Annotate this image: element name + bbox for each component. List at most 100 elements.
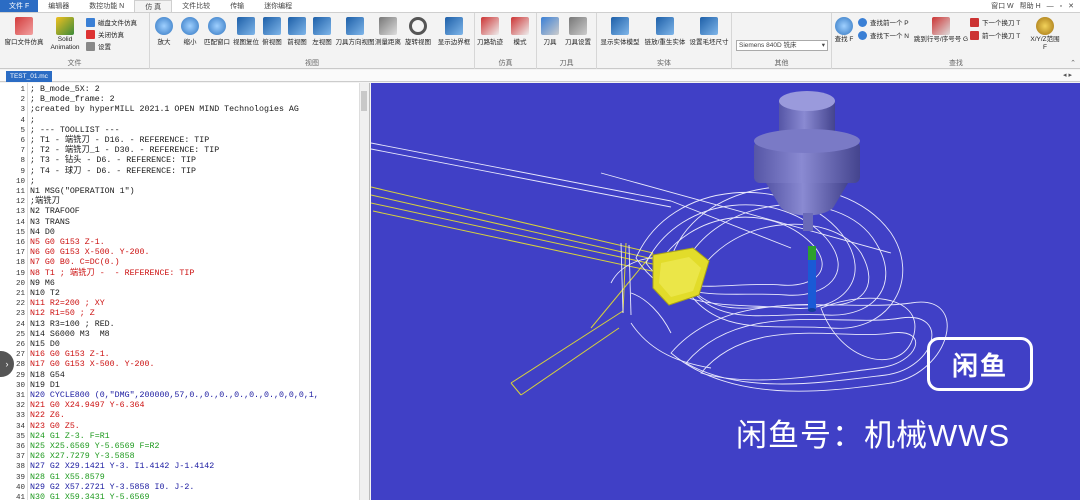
restore-icon[interactable]: ▫ — [1060, 0, 1062, 12]
find-next-item[interactable]: 查找下一个 N — [858, 30, 909, 40]
window-menu[interactable]: 窗口 W — [991, 0, 1014, 12]
xyz-range-button[interactable]: X/Y/Z范围 F — [1028, 17, 1062, 52]
fit-window-button[interactable]: 匹配窗口 — [202, 17, 232, 46]
find-previous-item[interactable]: 查找前一个 P — [858, 17, 909, 27]
code-line[interactable]: N25 X25.6569 Y-5.6569 F=R2 — [30, 442, 159, 452]
mode-button[interactable]: 模式 — [505, 17, 535, 46]
line-number: 38 — [15, 463, 25, 472]
rotate-view-button[interactable]: 旋转视图 — [402, 17, 434, 46]
code-line[interactable]: ; T4 - 球刀 - D6. - REFERENCE: TIP — [30, 167, 196, 177]
top-view-button[interactable]: 俯视图 — [258, 17, 286, 46]
code-line[interactable]: N8 T1 ; 端铣刀 - - REFERENCE: TIP — [30, 269, 194, 279]
code-line[interactable]: N29 G2 X57.2721 Y-3.5858 I0. J-2. — [30, 483, 194, 493]
code-line[interactable]: ; — [30, 116, 35, 126]
code-line[interactable]: ; B_mode_5X: 2 — [30, 85, 100, 95]
code-line[interactable]: N12 R1=50 ; Z — [30, 309, 95, 319]
tab-editor[interactable]: 编辑器 — [38, 0, 79, 12]
group-label-other: 其他 — [774, 60, 789, 67]
code-line[interactable]: N21 G0 X24.9497 Y-6.364 — [30, 401, 145, 411]
ribbon-group-file: 窗口文件仿真 Solid Animation 磁盘文件仿真 关闭仿真 设置 文件 — [0, 13, 150, 69]
code-line[interactable]: N24 G1 Z-3. F=R1 — [30, 432, 110, 442]
settings-item[interactable]: 设置 — [86, 41, 111, 51]
editor-scrollbar[interactable] — [359, 83, 369, 500]
simulation-viewport[interactable]: 闲鱼 闲鱼号：机械WWS — [371, 83, 1080, 500]
code-line[interactable]: N3 TRANS — [30, 218, 70, 228]
close-icon[interactable]: ✕ — [1068, 0, 1074, 12]
close-sim-item[interactable]: 关闭仿真 — [86, 29, 124, 39]
tab-file[interactable]: 文件 F — [0, 0, 39, 12]
code-line[interactable]: ; T3 - 钻头 - D6. - REFERENCE: TIP — [30, 156, 196, 166]
bounding-box-button[interactable]: 显示边界框 — [434, 17, 474, 46]
code-line[interactable]: ;created by hyperMILL 2021.1 OPEN MIND T… — [30, 105, 299, 115]
tool-direction-view-button[interactable]: 刀具方向视图 — [334, 17, 376, 46]
code-line[interactable]: N22 Z6. — [30, 411, 65, 421]
code-line[interactable]: ; — [30, 177, 35, 187]
tool-settings-button[interactable]: 刀具设置 — [561, 17, 595, 46]
code-line[interactable]: N26 X27.7279 Y-3.5858 — [30, 452, 135, 462]
code-line[interactable]: N11 R2=200 ; XY — [30, 299, 105, 309]
line-number: 4 — [20, 116, 25, 125]
help-menu[interactable]: 帮助 H — [1020, 0, 1041, 12]
code-line[interactable]: N16 G0 G153 Z-1. — [30, 350, 110, 360]
code-line[interactable]: N6 G0 G153 X-500. Y-200. — [30, 248, 150, 258]
code-line[interactable]: ;端铣刀 — [30, 197, 60, 207]
code-line[interactable]: N23 G0 Z5. — [30, 422, 80, 432]
code-line[interactable]: N9 M6 — [30, 279, 55, 289]
minimize-icon[interactable]: — — [1047, 0, 1054, 12]
stock-size-button[interactable]: 设置毛坯尺寸 — [687, 17, 731, 46]
code-line[interactable]: N14 S6000 M3 M8 — [30, 330, 110, 340]
window-file-sim-button[interactable]: 窗口文件仿真 — [4, 17, 44, 46]
code-line[interactable]: ; B_mode_frame: 2 — [30, 95, 115, 105]
zoom-in-icon — [155, 17, 173, 35]
controller-select[interactable]: Siemens 840D 铣床 — [736, 40, 828, 51]
code-line[interactable]: N18 G54 — [30, 371, 65, 381]
tool-button[interactable]: 刀具 — [537, 17, 563, 46]
left-view-button[interactable]: 左视图 — [308, 17, 336, 46]
zoom-out-button[interactable]: 缩小 — [176, 17, 204, 46]
tab-nc-functions[interactable]: 数控功能 N — [79, 0, 134, 12]
solid-animation-button[interactable]: Solid Animation — [45, 17, 85, 52]
code-line[interactable]: N17 G0 G153 X-500. Y-200. — [30, 360, 154, 370]
disk-file-sim-item[interactable]: 磁盘文件仿真 — [86, 17, 137, 27]
code-line[interactable]: N7 G0 B0. C=DC(0.) — [30, 258, 120, 268]
tab-scroll-arrows-icon[interactable]: ◂ ▸ — [1063, 70, 1072, 82]
find-button[interactable]: 查找 F — [832, 17, 856, 44]
front-view-icon — [288, 17, 306, 35]
code-line[interactable]: N30 G1 X59.3431 Y-5.6569 — [30, 493, 150, 500]
editor-scroll-thumb[interactable] — [361, 91, 367, 111]
line-number-gutter: 1 2 3 4 5 6 7 8 9 10 11 12 13 14 15 16 17 18 19 20 21 22 23 24 2… — [0, 83, 28, 500]
regenerate-solid-button[interactable]: 链放/重生实体 — [642, 17, 688, 46]
code-line[interactable]: N4 D0 — [30, 228, 55, 238]
front-view-button[interactable]: 前视图 — [283, 17, 311, 46]
measure-distance-button[interactable]: 测量距离 — [372, 17, 404, 46]
tab-file-compare[interactable]: 文件比较 — [172, 0, 220, 12]
zoom-in-button[interactable]: 放大 — [150, 17, 178, 46]
tab-transfer[interactable]: 传输 — [220, 0, 254, 12]
goto-line-button[interactable]: 跳到行号/序号号 G — [912, 17, 970, 44]
code-line[interactable]: ; --- TOOLLIST --- — [30, 126, 120, 136]
collapse-ribbon-icon[interactable]: ⌃ — [1070, 59, 1076, 67]
code-line[interactable]: N19 D1 — [30, 381, 60, 391]
code-line[interactable]: ; T1 - 端铣刀 - D16. - REFERENCE: TIP — [30, 136, 209, 146]
code-line[interactable]: N1 MSG("OPERATION 1") — [30, 187, 135, 197]
line-number: 25 — [15, 330, 25, 339]
code-line[interactable]: N27 G2 X29.1421 Y-3. I1.4142 J-1.4142 — [30, 462, 214, 472]
tab-mini-programming[interactable]: 迷你编程 — [254, 0, 302, 12]
prev-toolchange-item[interactable]: 前一个换刀 T — [970, 30, 1020, 40]
toolpath-button[interactable]: 刀路轨迹 — [475, 17, 505, 46]
document-tab[interactable]: TEST_01.mc — [6, 71, 52, 82]
tab-simulation[interactable]: 仿 真 — [134, 0, 173, 12]
line-number: 11 — [15, 188, 25, 196]
code-line[interactable]: N20 CYCLE800 (0,"DMG",200000,57,0.,0.,0.… — [30, 391, 319, 401]
group-label-file: 文件 — [67, 60, 82, 67]
code-line[interactable]: N5 G0 G153 Z-1. — [30, 238, 105, 248]
next-toolchange-item[interactable]: 下一个换刀 T — [970, 17, 1020, 27]
code-line[interactable]: ; T2 - 端铣刀_1 - D30. - REFERENCE: TIP — [30, 146, 219, 156]
nc-code-editor[interactable]: 1 2 3 4 5 6 7 8 9 10 11 12 13 14 15 16 17 18 19 20 21 22 23 24 2… — [0, 83, 370, 500]
code-line[interactable]: N10 T2 — [30, 289, 60, 299]
show-solid-model-button[interactable]: 显示实体模型 — [597, 17, 643, 46]
code-line[interactable]: N13 R3=100 ; RED. — [30, 320, 115, 330]
code-line[interactable]: N15 D0 — [30, 340, 60, 350]
code-line[interactable]: N2 TRAFOOF — [30, 207, 80, 217]
code-line[interactable]: N28 G1 X55.8579 — [30, 473, 105, 483]
